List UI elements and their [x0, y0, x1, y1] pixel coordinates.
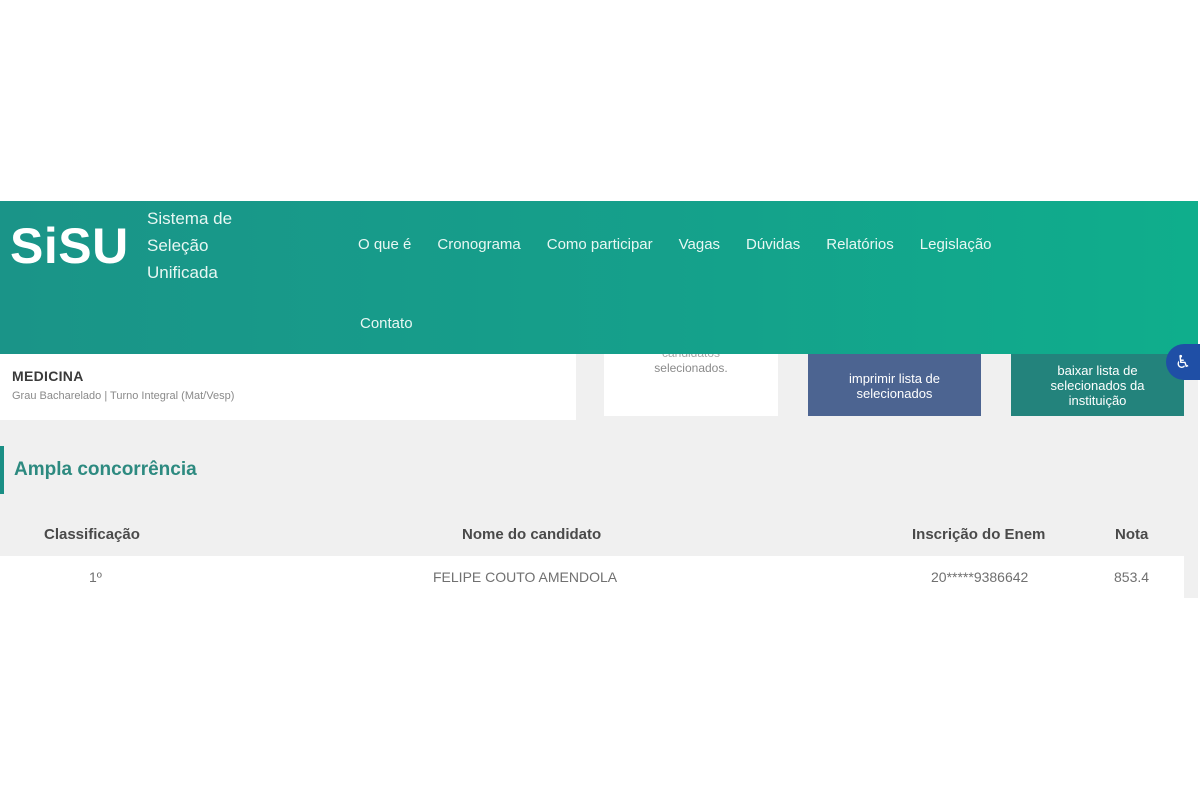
header-nota: Nota	[1115, 526, 1149, 543]
header-classificacao: Classificação	[44, 526, 140, 543]
course-title: MEDICINA	[12, 368, 84, 384]
info-line-main: selecionados.	[654, 361, 728, 375]
section-title: Ampla concorrência	[14, 459, 197, 480]
print-button-line-1: imprimir lista de	[848, 371, 940, 386]
page: SiSU Sistema de Seleção Unificada O que …	[0, 0, 1200, 800]
download-button-line-2: selecionados da	[1050, 378, 1145, 393]
nav-relatorios[interactable]: Relatórios	[826, 236, 894, 253]
print-button-line-2: selecionados	[856, 386, 933, 401]
course-subtitle: Grau Bacharelado | Turno Integral (Mat/V…	[12, 390, 235, 402]
download-list-button[interactable]: baixar lista de selecionados da institui…	[1011, 354, 1184, 416]
logo-subtitle: Sistema de Seleção Unificada	[147, 205, 267, 286]
download-button-line-3: instituição	[1068, 393, 1127, 408]
nav-duvidas[interactable]: Dúvidas	[746, 236, 800, 253]
nav-cronograma[interactable]: Cronograma	[437, 236, 520, 253]
cell-enem: 20*****9386642	[931, 569, 1029, 585]
nav-legislacao[interactable]: Legislação	[920, 236, 992, 253]
cell-rank: 1º	[89, 569, 102, 585]
accessibility-button[interactable]: ♿	[1166, 344, 1200, 380]
site-header: SiSU Sistema de Seleção Unificada O que …	[0, 201, 1198, 354]
accessibility-icon: ♿	[1174, 352, 1192, 372]
download-button-line-1: baixar lista de	[1057, 363, 1138, 378]
selected-candidates-info: candidatos selecionados.	[604, 354, 778, 416]
header-inscricao-enem: Inscrição do Enem	[912, 526, 1046, 543]
main-nav: O que é Cronograma Como participar Vagas…	[358, 236, 992, 253]
cell-name: FELIPE COUTO AMENDOLA	[433, 569, 618, 585]
logo-subtitle-line-2: Seleção	[147, 236, 209, 255]
table-row: 1º FELIPE COUTO AMENDOLA 20*****9386642 …	[0, 556, 1184, 598]
sisu-logo[interactable]: SiSU	[10, 217, 129, 275]
header-nome-candidato: Nome do candidato	[462, 526, 602, 543]
info-line-cut: candidatos	[604, 354, 778, 361]
print-list-button[interactable]: imprimir lista de selecionados	[808, 354, 981, 416]
logo-subtitle-line-1: Sistema de	[147, 209, 233, 228]
nav-como-participar[interactable]: Como participar	[547, 236, 653, 253]
nav-o-que-e[interactable]: O que é	[358, 236, 411, 253]
nav-vagas[interactable]: Vagas	[679, 236, 720, 253]
nav-contato[interactable]: Contato	[360, 315, 413, 332]
cell-score: 853.4	[1114, 569, 1150, 585]
course-card: MEDICINA Grau Bacharelado | Turno Integr…	[0, 354, 576, 420]
logo-subtitle-line-3: Unificada	[147, 263, 218, 282]
section-marker	[0, 446, 4, 494]
